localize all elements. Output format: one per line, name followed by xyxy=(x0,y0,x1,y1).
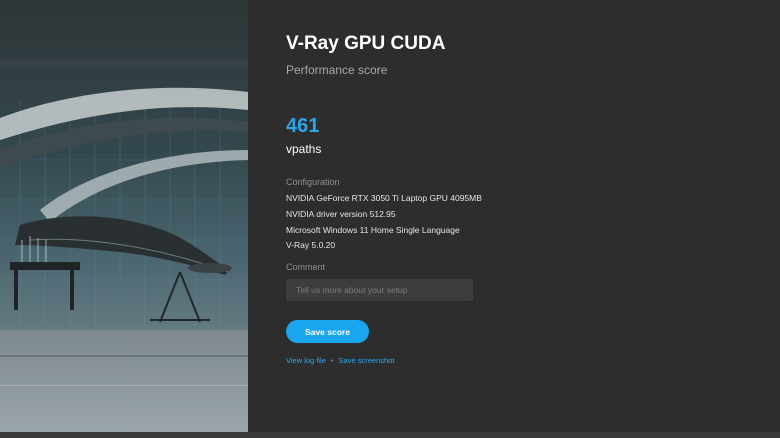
comment-label: Comment xyxy=(286,262,326,272)
save-score-button[interactable]: Save score xyxy=(286,320,369,343)
benchmark-result-window: V-Ray GPU CUDA Performance score 461 vpa… xyxy=(0,0,780,438)
config-gpu: NVIDIA GeForce RTX 3050 Ti Laptop GPU 40… xyxy=(286,193,482,203)
view-log-link[interactable]: View log file xyxy=(286,356,326,365)
footer-links: View log file • Save screenshot xyxy=(286,356,394,365)
score-unit: vpaths xyxy=(286,142,322,156)
config-os: Microsoft Windows 11 Home Single Languag… xyxy=(286,225,460,235)
config-driver: NVIDIA driver version 512.95 xyxy=(286,209,396,219)
comment-input[interactable] xyxy=(286,279,473,301)
save-screenshot-link[interactable]: Save screenshot xyxy=(339,356,395,365)
page-subtitle: Performance score xyxy=(286,63,388,77)
config-vray-version: V-Ray 5.0.20 xyxy=(286,240,336,250)
configuration-label: Configuration xyxy=(286,177,340,187)
scene-render-image xyxy=(0,0,248,432)
page-title: V-Ray GPU CUDA xyxy=(286,33,446,54)
link-separator: • xyxy=(330,356,334,365)
render-illustration xyxy=(0,0,248,432)
window-bottom-edge xyxy=(0,432,780,438)
score-value: 461 xyxy=(286,115,320,137)
